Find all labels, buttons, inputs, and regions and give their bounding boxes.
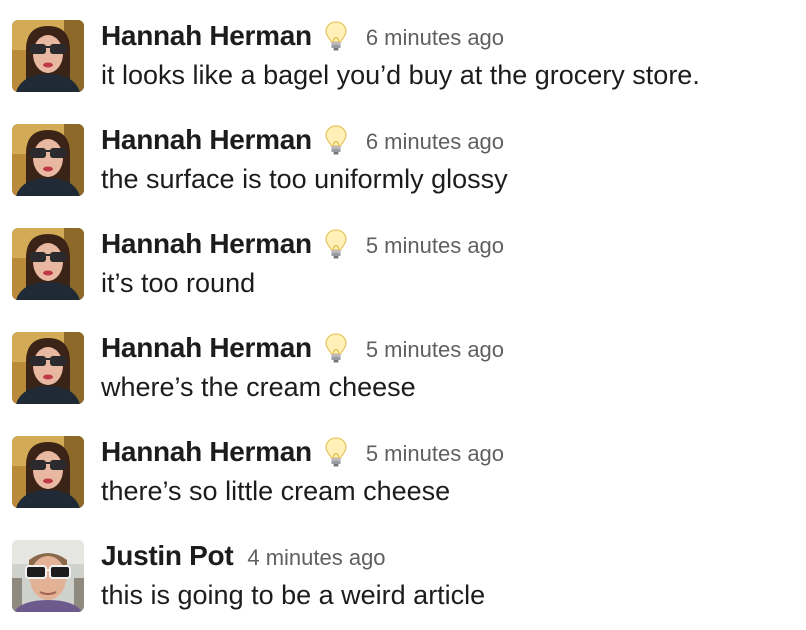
message: Hannah Herman 5 minutes ago where’s the … <box>0 312 806 416</box>
avatar-justin-pot[interactable] <box>12 540 84 612</box>
message-text: it’s too round <box>101 268 256 298</box>
message-text: the surface is too uniformly glossy <box>101 164 508 194</box>
lightbulb-icon[interactable] <box>324 332 348 364</box>
message: Justin Pot 4 minutes ago this is going t… <box>0 520 806 624</box>
author-name[interactable]: Hannah Herman <box>101 20 312 52</box>
timestamp[interactable]: 5 minutes ago <box>366 441 504 467</box>
avatar-hannah-herman[interactable] <box>12 332 84 404</box>
message: Hannah Herman 6 minutes ago the surface … <box>0 104 806 208</box>
message-header: Hannah Herman 5 minutes ago <box>101 432 504 472</box>
message-header: Hannah Herman 6 minutes ago <box>101 120 504 160</box>
message: Hannah Herman 6 minutes ago it looks lik… <box>0 0 806 104</box>
lightbulb-icon[interactable] <box>324 20 348 52</box>
avatar-hannah-herman[interactable] <box>12 228 84 300</box>
author-name[interactable]: Hannah Herman <box>101 332 312 364</box>
avatar-hannah-herman[interactable] <box>12 124 84 196</box>
author-name[interactable]: Hannah Herman <box>101 228 312 260</box>
avatar-hannah-herman[interactable] <box>12 436 84 508</box>
lightbulb-icon[interactable] <box>324 436 348 468</box>
message-text: it looks like a bagel you’d buy at the g… <box>101 60 700 90</box>
message: Hannah Herman 5 minutes ago there’s so l… <box>0 416 806 520</box>
message-text: this is going to be a weird article <box>101 580 486 610</box>
message-feed: Hannah Herman 6 minutes ago it looks lik… <box>0 0 806 630</box>
avatar-hannah-herman[interactable] <box>12 20 84 92</box>
author-name[interactable]: Hannah Herman <box>101 124 312 156</box>
message-header: Justin Pot 4 minutes ago <box>101 536 386 576</box>
message-header: Hannah Herman 5 minutes ago <box>101 224 504 264</box>
timestamp[interactable]: 4 minutes ago <box>247 545 385 571</box>
message-text: where’s the cream cheese <box>101 372 416 402</box>
timestamp[interactable]: 5 minutes ago <box>366 233 504 259</box>
timestamp[interactable]: 5 minutes ago <box>366 337 504 363</box>
timestamp[interactable]: 6 minutes ago <box>366 129 504 155</box>
message: Hannah Herman 5 minutes ago it’s too rou… <box>0 208 806 312</box>
message-text: there’s so little cream cheese <box>101 476 451 506</box>
message-header: Hannah Herman 6 minutes ago <box>101 16 504 56</box>
author-name[interactable]: Justin Pot <box>101 540 234 572</box>
message-header: Hannah Herman 5 minutes ago <box>101 328 504 368</box>
timestamp[interactable]: 6 minutes ago <box>366 25 504 51</box>
lightbulb-icon[interactable] <box>324 228 348 260</box>
lightbulb-icon[interactable] <box>324 124 348 156</box>
author-name[interactable]: Hannah Herman <box>101 436 312 468</box>
